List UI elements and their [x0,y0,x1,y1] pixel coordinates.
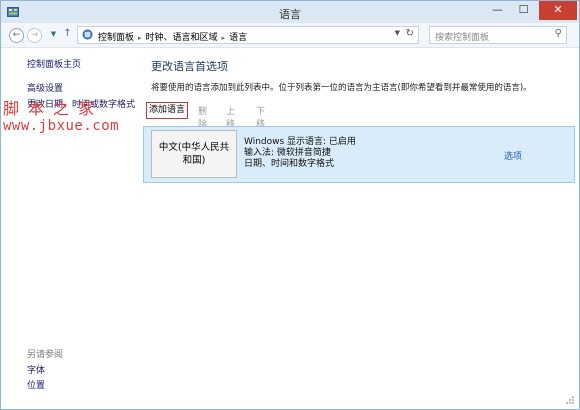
address-field[interactable]: 控制面板 ▸ 时钟、语言和区域 ▸ 语言 ▼ ↻ [77,26,419,44]
refresh-icon[interactable]: ↻ [406,28,414,39]
add-language-button[interactable]: 添加语言 [146,102,188,119]
page-title: 更改语言首选项 [151,60,228,73]
search-icon[interactable]: ⚲ [555,28,562,39]
breadcrumb-language[interactable]: 语言 [229,33,247,43]
page-description: 将要使用的语言添加到此列表中。位于列表第一位的语言为主语言(即你希望看到并最常使… [151,83,532,93]
sidebar-item-location[interactable]: 位置 [27,378,45,391]
search-input[interactable]: 搜索控制面板 ⚲ [429,26,567,44]
language-name: 中文(中华人民共和国) [158,142,230,166]
language-list-item[interactable]: 中文(中华人民共和国) Windows 显示语言: 已启用 输入法: 微软拼音简… [143,126,575,183]
also-see-heading: 另请参阅 [27,350,64,360]
breadcrumb-clock-language-region[interactable]: 时钟、语言和区域 [146,33,218,43]
watermark-text: 脚本之家 [3,99,104,118]
breadcrumb-control-panel[interactable]: 控制面板 [98,33,134,43]
breadcrumb-separator-icon[interactable]: ▸ [138,34,142,42]
watermark-url: www.jbxue.com [3,118,120,134]
sidebar-item-control-panel-home[interactable]: 控制面板主页 [27,57,81,70]
sidebar-item-advanced-settings[interactable]: 高级设置 [27,81,63,94]
sidebar-item-fonts[interactable]: 字体 [27,363,45,376]
address-bar-row: ← → ▼ ↑ 控制面板 ▸ 时钟、语言和区域 ▸ 语言 ▼ ↻ 搜索控制面板 ⚲ [1,23,579,48]
control-panel-icon [82,29,93,40]
language-options-link[interactable]: 选项 [504,149,522,162]
control-panel-window: 语言 — ☐ ✕ ← → ▼ ↑ 控制面板 ▸ 时钟、语言和区域 ▸ 语言 ▼ ↻ 搜索… [0,0,580,410]
maximize-button[interactable]: ☐ [511,1,536,20]
language-name-tile[interactable]: 中文(中华人民共和国) [151,130,237,178]
breadcrumb: 控制面板 ▸ 时钟、语言和区域 ▸ 语言 [98,30,247,43]
language-details: Windows 显示语言: 已启用 输入法: 微软拼音简捷 日期、时间和数字格式 [244,137,356,170]
up-arrow-icon[interactable]: ↑ [61,28,74,41]
title-bar: 语言 — ☐ ✕ [1,1,579,23]
back-arrow-icon[interactable]: ← [9,28,24,43]
language-format: 日期、时间和数字格式 [244,159,335,169]
minimize-button[interactable]: — [485,1,510,20]
search-placeholder: 搜索控制面板 [435,33,490,43]
address-dropdown-icon[interactable]: ▼ [395,29,400,37]
breadcrumb-separator-icon[interactable]: ▸ [222,34,226,42]
close-button[interactable]: ✕ [539,1,577,20]
recent-locations-chevron-icon[interactable]: ▼ [47,28,60,41]
language-display-status: Windows 显示语言: 已启用 [244,137,356,147]
forward-arrow-icon[interactable]: → [27,28,42,43]
resize-grip-icon[interactable] [565,395,575,405]
language-input-method: 输入法: 微软拼音简捷 [244,148,331,158]
